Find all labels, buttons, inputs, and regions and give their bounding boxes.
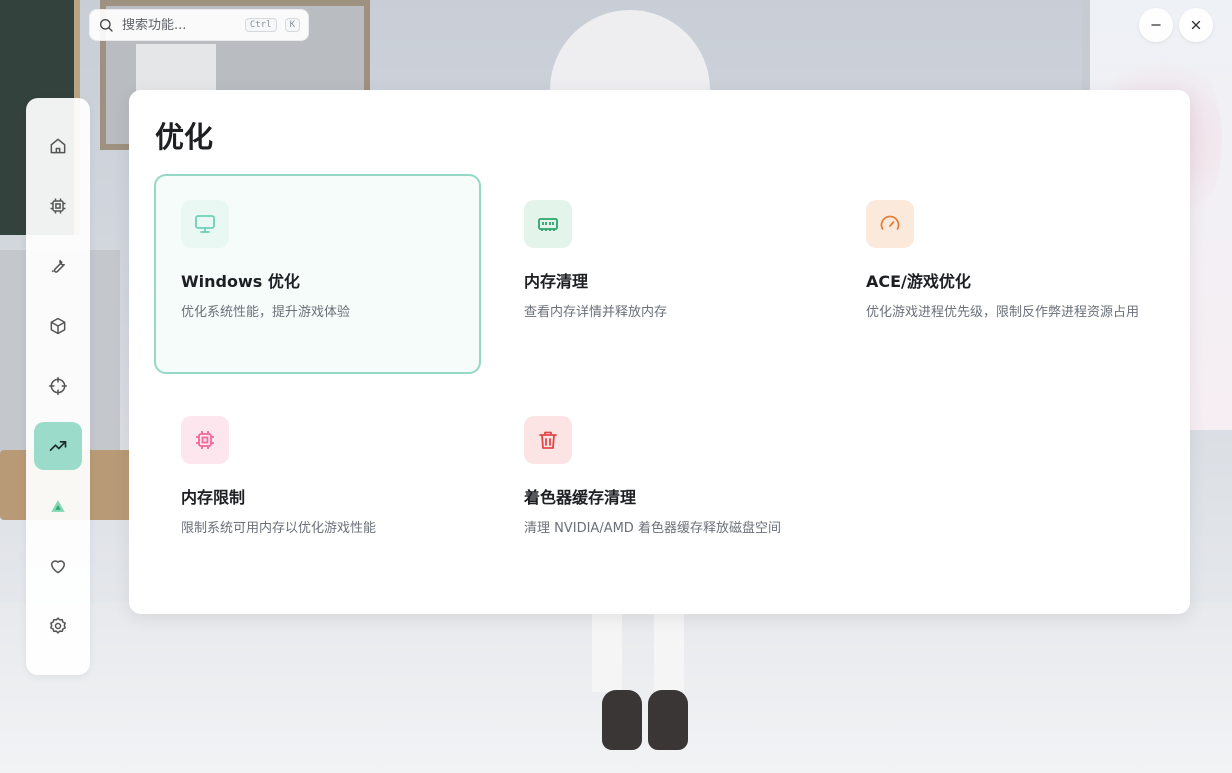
card-memory-clean[interactable]: 内存清理 查看内存详情并释放内存: [497, 174, 824, 374]
search-input[interactable]: [122, 17, 237, 33]
character-legs: [592, 612, 692, 750]
search-icon: [100, 19, 113, 32]
memory-icon: [538, 218, 558, 231]
card-title: 内存限制: [181, 488, 246, 507]
sidebar: [26, 98, 90, 675]
gauge-icon: [880, 215, 900, 230]
sidebar-item-settings[interactable]: [34, 602, 82, 650]
minimize-button[interactable]: [1139, 8, 1173, 42]
card-description: 优化游戏进程优先级，限制反作弊进程资源占用: [866, 305, 1140, 320]
trash-icon: [539, 431, 557, 449]
card-icon-box: [524, 200, 572, 248]
card-title: Windows 优化: [181, 272, 300, 291]
sidebar-item-brand[interactable]: [34, 482, 82, 530]
card-description: 优化系统性能，提升游戏体验: [181, 305, 351, 320]
card-description: 限制系统可用内存以优化游戏性能: [181, 521, 377, 536]
card-icon-box: [181, 416, 229, 464]
card-description: 查看内存详情并释放内存: [524, 305, 668, 320]
card-windows-optimize[interactable]: Windows 优化 优化系统性能，提升游戏体验: [154, 174, 481, 374]
shortcut-ctrl-badge: Ctrl: [244, 18, 277, 32]
card-title: 内存清理: [524, 272, 589, 291]
chip-icon: [50, 198, 66, 214]
close-icon: [1191, 20, 1201, 30]
sidebar-item-home[interactable]: [34, 122, 82, 170]
card-description: 清理 NVIDIA/AMD 着色器缓存释放磁盘空间: [524, 521, 781, 536]
card-icon-box: [866, 200, 914, 248]
heart-icon: [51, 560, 65, 574]
home-icon: [50, 138, 66, 154]
close-button[interactable]: [1179, 8, 1213, 42]
card-icon-box: [524, 416, 572, 464]
sidebar-item-optimize[interactable]: [34, 422, 82, 470]
minus-icon: [1151, 24, 1161, 26]
card-title: ACE/游戏优化: [866, 272, 971, 291]
box-icon: [50, 317, 66, 335]
monitor-icon: [195, 215, 215, 233]
card-title: 着色器缓存清理: [524, 488, 637, 507]
sidebar-item-favorites[interactable]: [34, 542, 82, 590]
trending-up-icon: [49, 441, 67, 451]
main-panel: 优化 Windows 优化 优化系统性能，提升游戏体验 内存清理 查看内存详情并…: [129, 90, 1190, 614]
page-title: 优化: [155, 120, 214, 154]
card-memory-limit[interactable]: 内存限制 限制系统可用内存以优化游戏性能: [154, 390, 481, 590]
shortcut-key-badge: K: [284, 18, 300, 32]
sidebar-item-hardware[interactable]: [34, 182, 82, 230]
sidebar-item-tools[interactable]: [34, 242, 82, 290]
crosshair-icon: [48, 376, 68, 396]
gear-icon: [50, 617, 66, 634]
card-shader-cache-clean[interactable]: 着色器缓存清理 清理 NVIDIA/AMD 着色器缓存释放磁盘空间: [497, 390, 824, 590]
search-box[interactable]: Ctrl K: [89, 9, 309, 41]
wrench-icon: [51, 259, 65, 273]
sidebar-item-crosshair[interactable]: [34, 362, 82, 410]
triangle-logo-icon: [51, 500, 65, 512]
card-ace-game-optimize[interactable]: ACE/游戏优化 优化游戏进程优先级，限制反作弊进程资源占用: [839, 174, 1166, 374]
cpu-icon: [196, 431, 214, 449]
sidebar-item-packages[interactable]: [34, 302, 82, 350]
card-icon-box: [181, 200, 229, 248]
